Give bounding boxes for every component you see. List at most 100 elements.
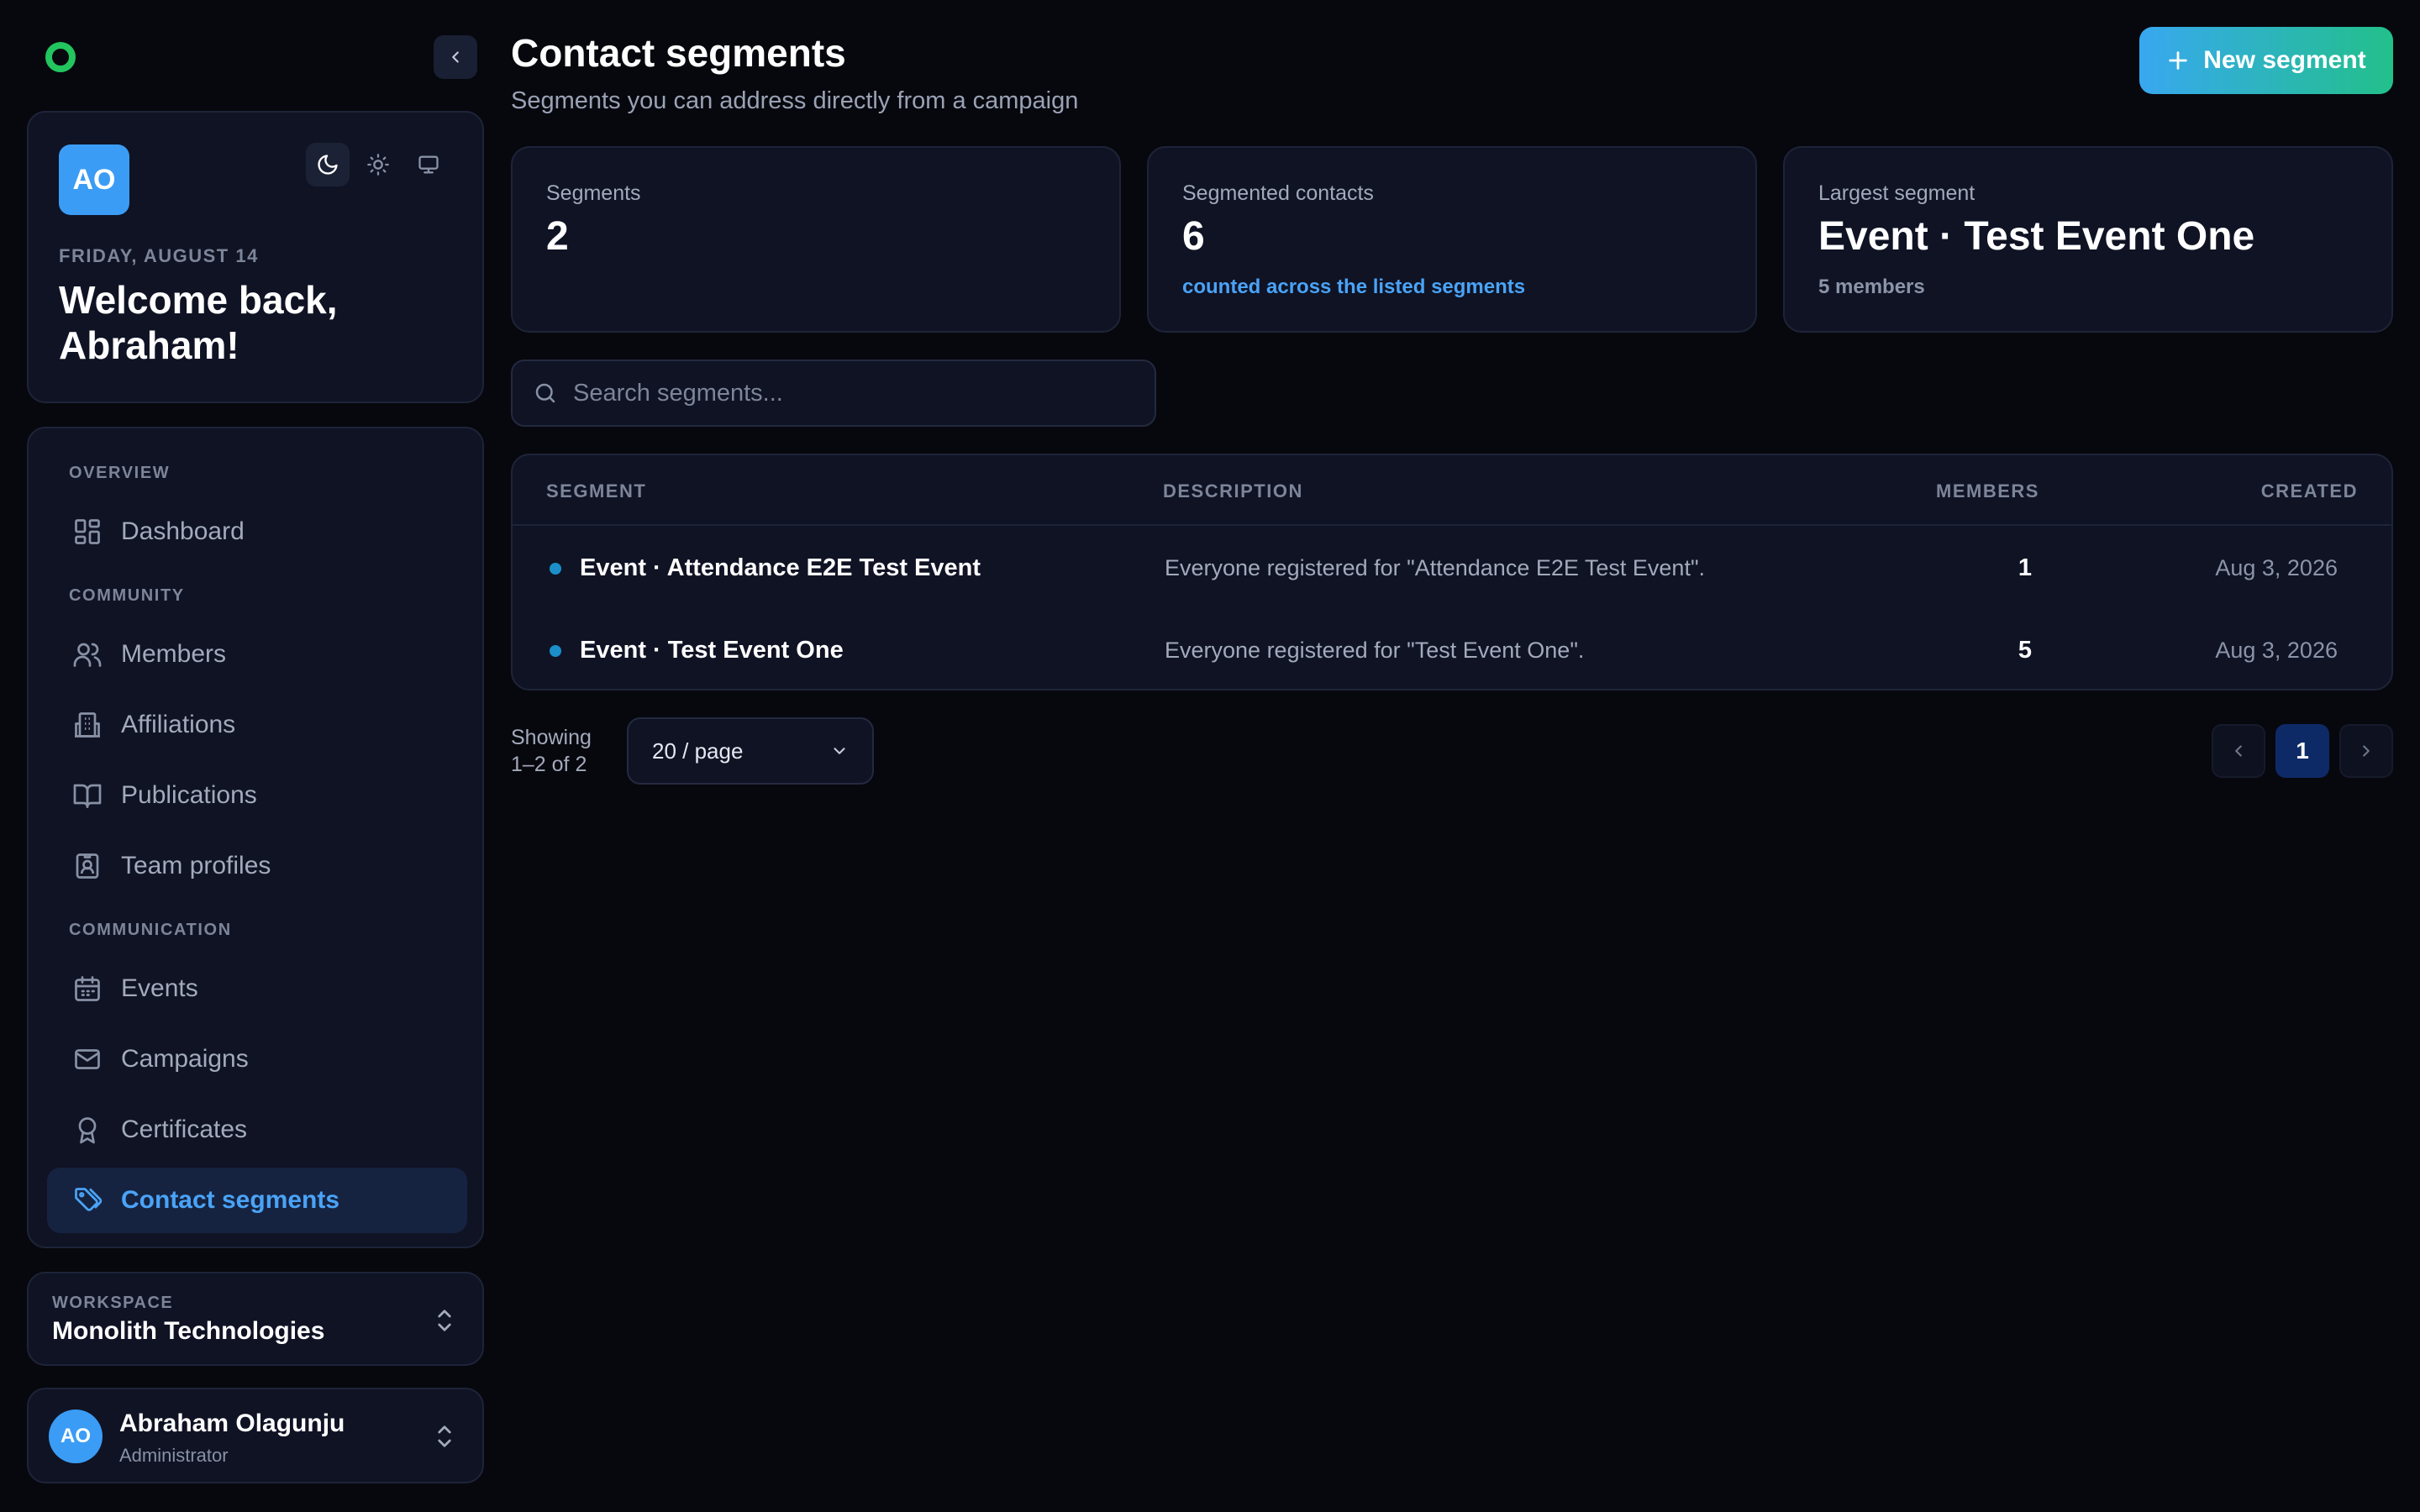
sidebar-item-label: Dashboard — [121, 517, 245, 545]
stat-note: counted across the listed segments — [1182, 276, 1526, 298]
workspace-switcher[interactable]: WORKSPACE Monolith Technologies — [27, 1272, 484, 1366]
nav-section-community: COMMUNITY — [69, 586, 185, 605]
per-page-value: 20 / page — [652, 738, 744, 764]
collapse-sidebar-button[interactable] — [434, 35, 477, 79]
table-header-divider — [513, 524, 2391, 526]
avatar: AO — [59, 144, 129, 215]
moon-icon — [318, 155, 338, 175]
book-open-icon — [73, 784, 102, 808]
stat-value: 6 — [1182, 214, 1205, 259]
chevron-down-icon — [834, 748, 845, 754]
sidebar-item-team-profiles[interactable]: Team profiles — [47, 833, 467, 899]
segment-description: Everyone registered for "Attendance E2E … — [1165, 555, 1706, 580]
sidebar-item-affiliations[interactable]: Affiliations — [47, 692, 467, 758]
dashboard-icon — [75, 519, 100, 544]
segment-name[interactable]: Event · Test Event One — [580, 637, 844, 664]
segment-members: 5 — [2018, 637, 2033, 664]
sidebar-item-label: Events — [121, 974, 198, 1002]
user-role: Administrator — [119, 1445, 229, 1466]
showing-label: Showing — [511, 726, 592, 749]
segment-name[interactable]: Event · Attendance E2E Test Event — [580, 554, 981, 582]
dark-theme-button[interactable] — [306, 143, 350, 186]
sidebar-item-label: Team profiles — [121, 852, 271, 879]
chevron-up-down-icon — [438, 1425, 451, 1447]
stat-value: 2 — [546, 214, 569, 259]
theme-switcher — [306, 143, 450, 186]
building-icon — [75, 712, 100, 738]
stat-label: Segments — [546, 181, 641, 205]
column-header-description[interactable]: DESCRIPTION — [1163, 480, 1303, 502]
sidebar-item-members[interactable]: Members — [47, 622, 467, 687]
page-1-button[interactable]: 1 — [2275, 724, 2329, 778]
table-row[interactable]: Event · Test Event One Everyone register… — [513, 610, 2391, 690]
per-page-select[interactable]: 20 / page — [627, 717, 874, 785]
id-badge-icon — [76, 853, 99, 879]
sidebar-item-certificates[interactable]: Certificates — [47, 1097, 467, 1163]
sidebar-item-label: Members — [121, 640, 227, 668]
welcome-greeting: Welcome back, Abraham! — [59, 278, 338, 367]
welcome-card: AO FRIDAY, AUGUST 14 Welcome back, Abrah… — [27, 111, 484, 403]
search-input[interactable] — [573, 379, 1144, 407]
calendar-icon — [75, 976, 100, 1001]
segment-created: Aug 3, 2026 — [2215, 555, 2338, 580]
table-row[interactable]: Event · Attendance E2E Test Event Everyo… — [513, 528, 2391, 608]
sidebar-item-label: Campaigns — [121, 1045, 249, 1073]
segment-description: Everyone registered for "Test Event One"… — [1165, 638, 1585, 663]
stat-value: Event · Test Event One — [1818, 214, 2255, 259]
stat-note: 5 members — [1818, 276, 1925, 298]
plus-icon — [2169, 51, 2188, 70]
column-header-created[interactable]: CREATED — [2261, 480, 2358, 502]
stat-label: Largest segment — [1818, 181, 1975, 205]
page-title: Contact segments — [511, 31, 846, 75]
segment-members: 1 — [2018, 554, 2033, 581]
segment-status-dot — [550, 645, 561, 657]
stat-card-segmented-contacts: Segmented contacts 6 counted across the … — [1147, 146, 1757, 333]
stat-label: Segmented contacts — [1182, 181, 1374, 205]
sidebar-item-campaigns[interactable]: Campaigns — [47, 1026, 467, 1092]
sidebar-item-dashboard[interactable]: Dashboard — [47, 499, 467, 564]
previous-page-button[interactable] — [2212, 724, 2265, 778]
page-subtitle: Segments you can address directly from a… — [511, 87, 1079, 114]
showing-range: 1–2 of 2 — [511, 753, 587, 776]
sun-icon — [367, 154, 389, 176]
chevron-right-icon — [2363, 745, 2370, 757]
stat-card-largest-segment: Largest segment Event · Test Event One 5… — [1783, 146, 2393, 333]
user-menu[interactable]: AO Abraham Olagunju Administrator — [27, 1388, 484, 1483]
chevron-left-icon — [452, 51, 459, 63]
sidebar-item-label: Publications — [121, 781, 257, 809]
next-page-button[interactable] — [2339, 724, 2393, 778]
chevron-left-icon — [2235, 745, 2242, 757]
segments-table: SEGMENT DESCRIPTION MEMBERS CREATED Even… — [511, 454, 2393, 690]
sidebar-item-events[interactable]: Events — [47, 956, 467, 1021]
sidebar-item-contact-segments[interactable]: Contact segments — [47, 1168, 467, 1233]
tags-icon — [75, 1188, 103, 1211]
segment-status-dot — [550, 563, 561, 575]
workspace-name: Monolith Technologies — [52, 1317, 325, 1345]
monitor-icon — [418, 155, 439, 174]
sidebar-item-label: Contact segments — [121, 1186, 340, 1214]
current-date: FRIDAY, AUGUST 14 — [59, 245, 259, 266]
sidebar-item-publications[interactable]: Publications — [47, 763, 467, 828]
user-name: Abraham Olagunju — [119, 1410, 345, 1437]
mail-icon — [75, 1049, 100, 1069]
app-logo — [45, 42, 76, 72]
search-box — [511, 360, 1156, 427]
award-icon — [78, 1117, 97, 1144]
system-theme-button[interactable] — [407, 143, 450, 186]
new-segment-label: New segment — [2203, 46, 2366, 74]
sidebar-item-label: Affiliations — [121, 711, 236, 738]
light-theme-button[interactable] — [356, 143, 400, 186]
column-header-segment[interactable]: SEGMENT — [546, 480, 646, 502]
new-segment-button[interactable]: New segment — [2139, 27, 2393, 94]
sidebar-item-label: Certificates — [121, 1116, 248, 1143]
users-icon — [73, 643, 102, 667]
search-icon — [535, 383, 555, 403]
segment-created: Aug 3, 2026 — [2215, 638, 2338, 663]
nav-section-overview: OVERVIEW — [69, 464, 171, 482]
stat-card-segments: Segments 2 — [511, 146, 1121, 333]
sidebar-nav: OVERVIEW Dashboard COMMUNITY Members Aff… — [27, 427, 484, 1248]
column-header-members[interactable]: MEMBERS — [1936, 480, 2039, 502]
pagination-summary: Showing 1–2 of 2 — [511, 724, 592, 778]
workspace-label: WORKSPACE — [52, 1294, 174, 1312]
nav-section-communication: COMMUNICATION — [69, 921, 232, 939]
